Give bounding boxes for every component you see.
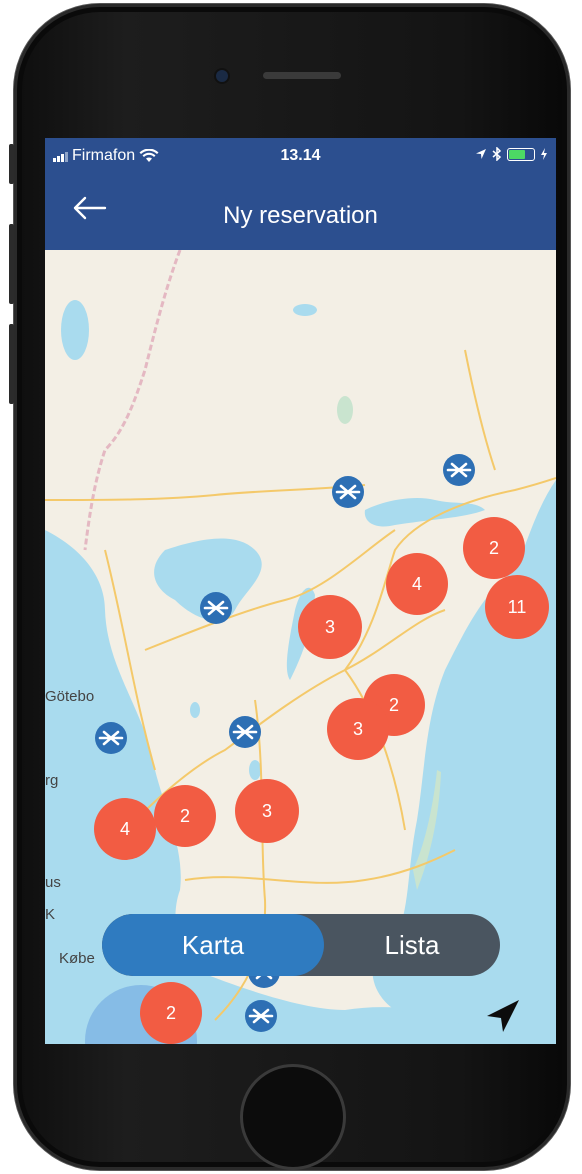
tab-karta[interactable]: Karta [102, 914, 324, 976]
app-screen: Firmafon 13.14 Ny reservation Götebo rg … [45, 138, 556, 1044]
cluster-marker[interactable]: 3 [327, 698, 389, 760]
header: Ny reservation [45, 176, 556, 250]
status-bar: Firmafon 13.14 [45, 138, 556, 176]
cluster-marker[interactable]: 11 [485, 575, 549, 639]
volume-up-button [9, 224, 14, 304]
cluster-marker[interactable]: 3 [298, 595, 362, 659]
cluster-marker[interactable]: 2 [154, 785, 216, 847]
bluetooth-icon [492, 147, 502, 161]
cluster-marker[interactable]: 3 [235, 779, 299, 843]
cluster-marker[interactable]: 2 [463, 517, 525, 579]
cluster-marker[interactable]: 4 [386, 553, 448, 615]
hub-marker-icon[interactable] [229, 716, 261, 748]
map-label-goteborg: Götebo [45, 688, 95, 705]
charging-icon [541, 148, 547, 160]
map-label-kobenhavn: Købe [59, 950, 95, 967]
battery-icon [507, 147, 535, 161]
volume-down-button [9, 324, 14, 404]
cluster-marker[interactable]: 2 [140, 982, 202, 1044]
map-label-borg: rg [45, 772, 59, 789]
location-arrow-icon [476, 149, 486, 159]
home-button[interactable] [240, 1064, 346, 1170]
location-arrow-icon[interactable] [481, 994, 525, 1038]
page-title: Ny reservation [223, 202, 378, 229]
tab-lista[interactable]: Lista [324, 914, 500, 976]
hub-marker-icon[interactable] [443, 454, 475, 486]
earpiece-speaker [263, 72, 341, 79]
cluster-marker[interactable]: 4 [94, 798, 156, 860]
front-camera [216, 70, 228, 82]
hub-marker-icon[interactable] [245, 1000, 277, 1032]
silent-switch [9, 144, 14, 184]
view-toggle: Karta Lista [102, 914, 500, 976]
map-label-us: us [45, 874, 61, 891]
hub-marker-icon[interactable] [200, 592, 232, 624]
map-label-k: K [45, 906, 56, 923]
hub-marker-icon[interactable] [95, 722, 127, 754]
hub-marker-icon[interactable] [332, 476, 364, 508]
